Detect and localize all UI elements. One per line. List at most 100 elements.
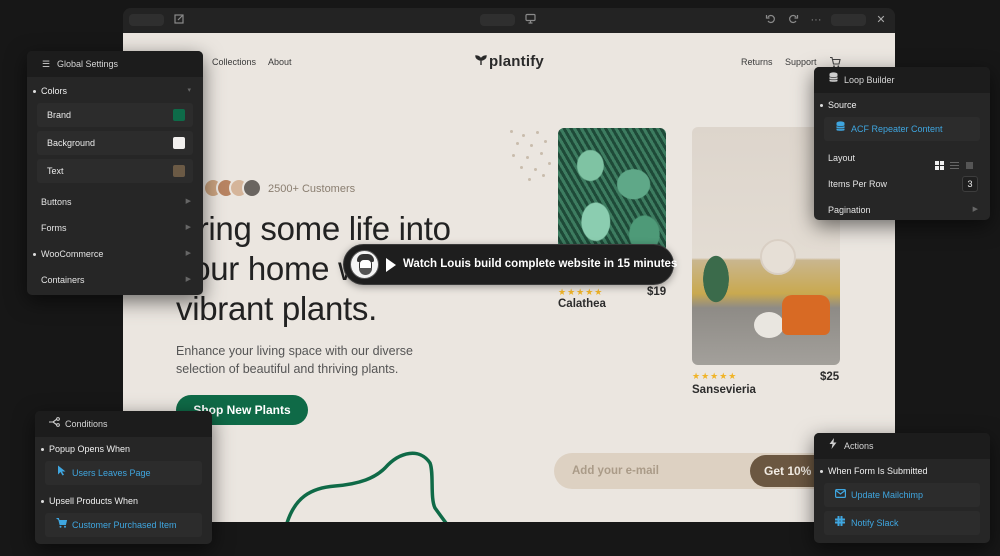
action-item[interactable]: Update Mailchimp [824, 483, 980, 507]
nav-link-support[interactable]: Support [785, 57, 817, 67]
condition-value-label: Users Leaves Page [72, 468, 151, 478]
condition-label: Popup Opens When [49, 444, 131, 454]
condition-label: Upsell Products When [49, 496, 139, 506]
actions-panel: Actions When Form Is Submitted Update Ma… [814, 433, 990, 543]
nav-link-collections[interactable]: Collections [212, 57, 256, 67]
single-layout-icon[interactable] [965, 154, 974, 169]
nav-link-about[interactable]: About [268, 57, 292, 67]
cart-icon [55, 513, 67, 537]
sansevieria-name[interactable]: Sansevieria [692, 384, 756, 396]
item-label: Containers [41, 275, 85, 285]
nav-link-returns[interactable]: Returns [741, 57, 773, 67]
stage: ··· ✕ Collections About plantify Returns… [0, 0, 1000, 556]
calathea-rating: ★★★★★ [558, 287, 604, 297]
customer-count: 2500+ Customers [268, 183, 356, 195]
database-icon [834, 117, 846, 141]
source-value: ACF Repeater Content [851, 124, 943, 134]
slack-icon [834, 511, 846, 535]
watch-video-button[interactable]: Watch Louis build complete website in 15… [343, 244, 677, 285]
hero-title-line: Bring some life into [176, 210, 451, 247]
decorative-dots [508, 128, 558, 188]
section-label: Source [828, 100, 857, 110]
section-label: Colors [41, 86, 68, 96]
row-label: Pagination [828, 205, 871, 215]
action-label: Update Mailchimp [851, 490, 924, 500]
row-label: Items Per Row [828, 179, 888, 189]
customer-avatars [203, 178, 263, 200]
chevron-right-icon: ▶ [185, 250, 191, 257]
branch-icon [47, 411, 61, 437]
mail-icon [834, 483, 846, 507]
edit-icon[interactable] [172, 13, 186, 27]
calathea-price: $19 [647, 286, 667, 298]
condition-value[interactable]: Customer Purchased Item [45, 513, 202, 537]
calathea-image[interactable] [558, 128, 666, 253]
more-icon[interactable]: ··· [809, 13, 823, 27]
close-icon[interactable]: ✕ [874, 13, 888, 27]
global-settings-panel: ☰ Global Settings Colors ▾ Brand Backgrou… [27, 51, 203, 295]
action-item[interactable]: Notify Slack [824, 511, 980, 535]
site-logo[interactable]: plantify [475, 53, 544, 70]
settings-item-woocommerce[interactable]: WooCommerce ▶ [27, 241, 203, 267]
avatar [242, 178, 262, 198]
condition-value-label: Customer Purchased Item [72, 520, 177, 530]
color-brand[interactable]: Brand [37, 103, 193, 127]
color-background[interactable]: Background [37, 131, 193, 155]
settings-item-buttons[interactable]: Buttons ▶ [27, 189, 203, 215]
settings-item-containers[interactable]: Containers ▶ [27, 267, 203, 293]
color-label: Text [47, 166, 64, 176]
color-swatch-brand[interactable] [173, 109, 185, 121]
toolbar-placeholder-left[interactable] [129, 14, 164, 26]
toolbar-placeholder-center[interactable] [480, 14, 515, 26]
undo-icon[interactable] [763, 13, 777, 27]
editor-toolbar: ··· ✕ [123, 8, 895, 33]
grid-layout-icon[interactable] [935, 154, 944, 170]
condition-group: Upsell Products When [35, 489, 212, 513]
email-input[interactable] [572, 453, 732, 489]
item-label: Forms [41, 223, 67, 233]
toolbar-placeholder-right[interactable] [831, 14, 866, 26]
decorative-squiggle [285, 451, 448, 522]
chevron-right-icon: ▶ [185, 198, 191, 205]
action-label: Notify Slack [851, 518, 899, 528]
logo-text: plantify [489, 53, 544, 70]
color-label: Background [47, 138, 96, 148]
layout-row: Layout [814, 145, 990, 171]
panel-title: Conditions [65, 419, 108, 429]
chevron-down-icon: ▾ [187, 87, 191, 94]
panel-header: Loop Builder [814, 67, 990, 93]
panel-title: Actions [844, 441, 874, 451]
play-icon [386, 258, 396, 272]
list-layout-icon[interactable] [950, 154, 959, 169]
source-section: Source [814, 93, 990, 117]
hero-title-line: vibrant plants. [176, 290, 377, 327]
panel-header: ☰ Global Settings [27, 51, 203, 77]
condition-value[interactable]: Users Leaves Page [45, 461, 202, 485]
pagination-row[interactable]: Pagination ▶ [814, 197, 990, 220]
color-label: Brand [47, 110, 72, 120]
newsletter-form: Get 10% Off [554, 453, 860, 489]
colors-section[interactable]: Colors ▾ [27, 79, 203, 103]
color-text[interactable]: Text [37, 159, 193, 183]
lightning-icon [826, 433, 840, 459]
settings-item-forms[interactable]: Forms ▶ [27, 215, 203, 241]
items-per-row-input[interactable]: 3 [962, 176, 978, 192]
panel-header: Actions [814, 433, 990, 459]
item-label: Buttons [41, 197, 72, 207]
sansevieria-price: $25 [820, 371, 840, 383]
redo-icon[interactable] [786, 13, 800, 27]
condition-group: Popup Opens When [35, 437, 212, 461]
database-icon [826, 67, 840, 93]
action-trigger: When Form Is Submitted [814, 459, 990, 483]
presenter-avatar [350, 250, 379, 279]
color-swatch-text[interactable] [173, 165, 185, 177]
cart-icon[interactable] [829, 55, 841, 68]
desktop-preview-icon[interactable] [523, 13, 537, 27]
loop-builder-panel: Loop Builder Source ACF Repeater Content… [814, 67, 990, 220]
calathea-name[interactable]: Calathea [558, 298, 606, 310]
panel-title: Loop Builder [844, 75, 895, 85]
conditions-panel: Conditions Popup Opens When Users Leaves… [35, 411, 212, 544]
color-swatch-background[interactable] [173, 137, 185, 149]
source-select[interactable]: ACF Repeater Content [824, 117, 980, 141]
trigger-label: When Form Is Submitted [828, 466, 928, 476]
